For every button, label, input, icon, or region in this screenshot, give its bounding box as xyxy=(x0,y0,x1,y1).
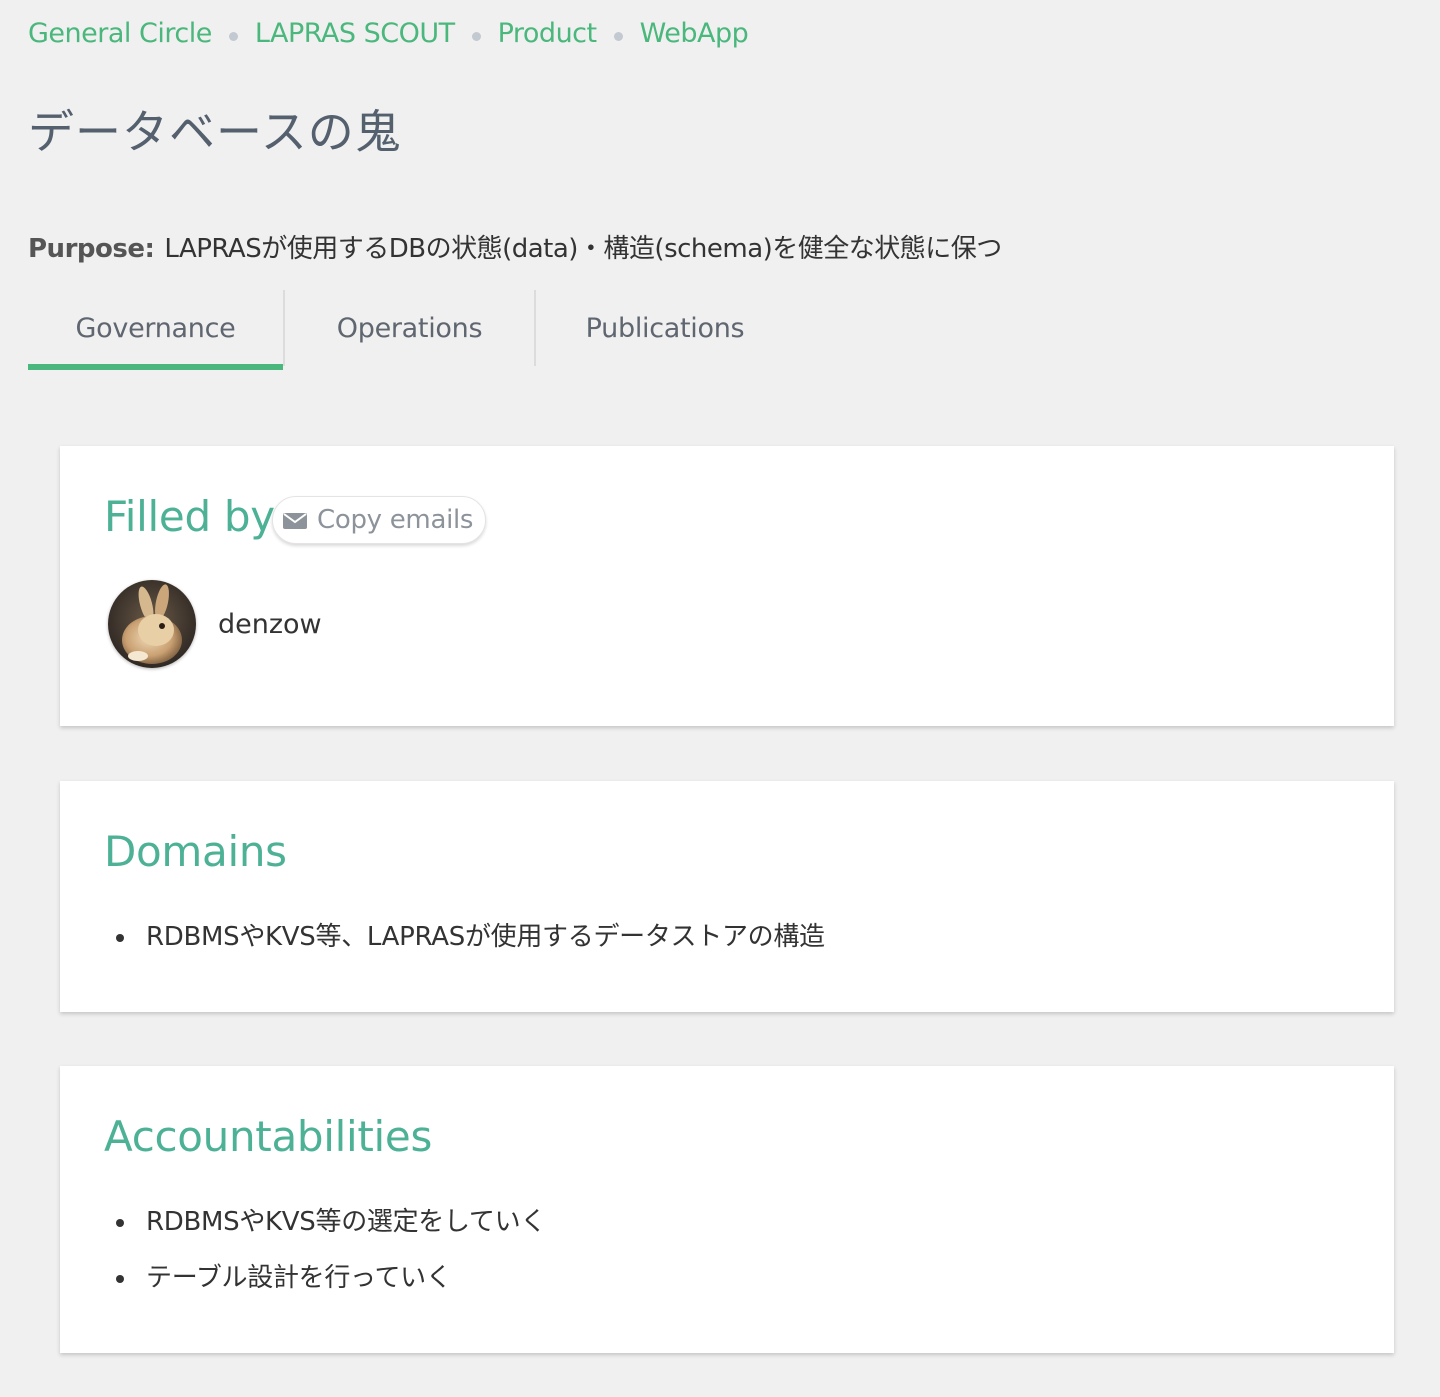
breadcrumb-general-circle[interactable]: General Circle xyxy=(28,18,212,49)
tab-bar: Governance Operations Publications xyxy=(28,290,794,372)
list-item: テーブル設計を行っていく xyxy=(116,1260,546,1316)
accountabilities-title: Accountabilities xyxy=(104,1112,433,1161)
breadcrumb-separator xyxy=(228,32,238,41)
envelope-icon xyxy=(283,513,307,529)
rabbit-photo xyxy=(108,580,196,668)
filled-by-card: Filled by Copy emails denzow xyxy=(60,446,1394,726)
breadcrumb-separator xyxy=(471,32,481,41)
member-item[interactable]: denzow xyxy=(108,580,322,668)
copy-emails-label: Copy emails xyxy=(317,505,474,535)
copy-emails-button[interactable]: Copy emails xyxy=(272,496,487,544)
avatar[interactable] xyxy=(108,580,196,668)
breadcrumb-lapras-scout[interactable]: LAPRAS SCOUT xyxy=(255,18,455,49)
list-item: RDBMSやKVS等、LAPRASが使用するデータストアの構造 xyxy=(116,919,825,975)
filled-by-title: Filled by xyxy=(104,492,275,541)
purpose-text: LAPRASが使用するDBの状態(data)・構造(schema)を健全な状態に… xyxy=(164,234,1002,264)
breadcrumb-webapp[interactable]: WebApp xyxy=(640,18,749,49)
domains-list: RDBMSやKVS等、LAPRASが使用するデータストアの構造 xyxy=(116,919,825,975)
purpose: Purpose: LAPRASが使用するDBの状態(data)・構造(schema… xyxy=(28,228,1002,265)
tab-publications[interactable]: Publications xyxy=(534,290,794,366)
role-page: General Circle LAPRAS SCOUT Product WebA… xyxy=(0,0,1440,1397)
breadcrumb-separator xyxy=(613,32,623,41)
list-item: RDBMSやKVS等の選定をしていく xyxy=(116,1204,546,1260)
domains-title: Domains xyxy=(104,827,287,876)
accountabilities-card: Accountabilities RDBMSやKVS等の選定をしていく テーブル… xyxy=(60,1066,1394,1353)
accountabilities-list: RDBMSやKVS等の選定をしていく テーブル設計を行っていく xyxy=(116,1204,546,1316)
tab-operations[interactable]: Operations xyxy=(283,290,534,366)
purpose-label: Purpose: xyxy=(28,234,155,264)
member-name[interactable]: denzow xyxy=(218,609,322,640)
breadcrumb: General Circle LAPRAS SCOUT Product WebA… xyxy=(28,18,749,49)
domains-card: Domains RDBMSやKVS等、LAPRASが使用するデータストアの構造 xyxy=(60,781,1394,1012)
page-title: データベースの鬼 xyxy=(28,105,402,159)
tab-governance[interactable]: Governance xyxy=(28,290,283,370)
breadcrumb-product[interactable]: Product xyxy=(498,18,598,49)
